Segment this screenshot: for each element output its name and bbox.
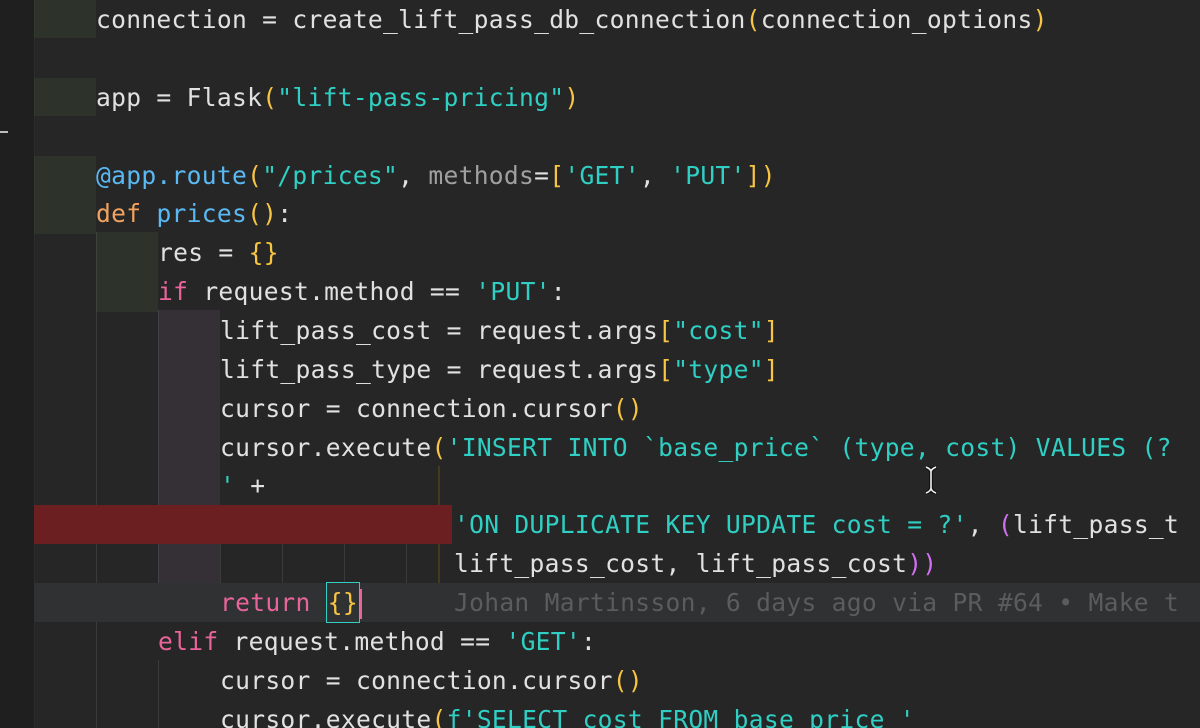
code-line[interactable]: ' + <box>34 466 1200 505</box>
decorator-token: @app.route <box>96 161 248 190</box>
code-line[interactable]: elif request.method == 'GET': <box>34 622 1200 661</box>
param-token: methods <box>428 161 535 190</box>
bracket-token: () <box>612 666 643 695</box>
code-token: app = Flask <box>96 83 263 112</box>
string-token: "lift-pass-pricing" <box>277 83 565 112</box>
code-editor[interactable]: connection = create_lift_pass_db_connect… <box>0 0 1200 728</box>
string-token: ' <box>220 471 251 500</box>
code-token: lift_pass_t <box>1012 510 1180 539</box>
code-token: lift_pass_type = request.args <box>220 355 659 384</box>
gutter-caret-marker <box>0 131 8 133</box>
string-token: 'GET' <box>564 161 640 190</box>
text-caret <box>359 589 362 619</box>
bracket-token: ( <box>262 83 278 112</box>
code-line[interactable]: lift_pass_type = request.args["type"] <box>34 350 1200 389</box>
bracket-token: )) <box>907 549 938 578</box>
code-line[interactable]: cursor.execute('INSERT INTO `base_price`… <box>34 428 1200 467</box>
code-line[interactable]: lift_pass_cost = request.args["cost"] <box>34 311 1200 350</box>
text-cursor-icon <box>925 466 937 494</box>
keyword-token: def <box>96 199 157 228</box>
string-token: 'PUT' <box>670 161 746 190</box>
code-token: : <box>550 277 566 306</box>
string-token: "type" <box>673 355 764 384</box>
keyword-token: if <box>158 277 204 306</box>
code-token: connection = create_lift_pass_db_connect… <box>96 5 746 34</box>
code-token: , <box>398 161 429 190</box>
string-token: f'SELECT cost FROM base_price ' <box>446 705 915 728</box>
code-token: , <box>639 161 671 190</box>
code-token: cursor = connection.cursor <box>220 666 613 695</box>
code-token: request.method == <box>233 627 506 656</box>
code-token: connection_options <box>760 5 1033 34</box>
string-token: "cost" <box>673 316 764 345</box>
git-blame-annotation[interactable]: Johan Martinsson, 6 days ago via PR #64 … <box>454 583 1179 622</box>
code-token: lift_pass_cost, lift_pass_cost <box>454 549 908 578</box>
bracket-token: {} <box>248 238 279 267</box>
bracket-token: ( <box>745 5 761 34</box>
code-line[interactable]: cursor = connection.cursor() <box>34 661 1200 700</box>
bracket-token: () <box>247 199 278 228</box>
code-token: res = <box>158 238 249 267</box>
bracket-token: ] <box>763 355 779 384</box>
bracket-token: [ <box>658 316 674 345</box>
keyword-token: return <box>220 588 326 617</box>
code-line[interactable]: @app.route("/prices", methods=['GET', 'P… <box>34 156 1200 195</box>
bracket-token: ) <box>760 161 776 190</box>
string-token: 'PUT' <box>475 277 551 306</box>
matched-bracket-token: {} <box>325 582 360 623</box>
code-line[interactable]: cursor = connection.cursor() <box>34 389 1200 428</box>
bracket-token: ( <box>431 433 447 462</box>
code-token: = <box>534 161 550 190</box>
code-line[interactable]: def prices(): <box>34 194 1200 233</box>
code-line[interactable]: lift_pass_cost, lift_pass_cost)) <box>34 544 1200 583</box>
code-token: , <box>967 510 998 539</box>
editor-gutter[interactable] <box>0 0 35 728</box>
code-line[interactable]: app = Flask("lift-pass-pricing") <box>34 78 1200 117</box>
function-token: prices <box>156 199 248 228</box>
code-token: : <box>581 627 597 656</box>
code-token: lift_pass_cost = request.args <box>220 316 659 345</box>
code-line[interactable]: if request.method == 'PUT': <box>34 272 1200 311</box>
code-token: + <box>250 471 266 500</box>
code-line[interactable]: connection = create_lift_pass_db_connect… <box>34 0 1200 39</box>
bracket-token: ( <box>431 705 447 728</box>
code-token: cursor.execute <box>220 705 432 728</box>
bracket-token: ( <box>247 161 263 190</box>
code-token: cursor = connection.cursor <box>220 394 613 423</box>
code-token: request.method == <box>203 277 476 306</box>
bracket-token: ) <box>564 83 580 112</box>
current-line[interactable]: return {} Johan Martinsson, 6 days ago v… <box>34 582 1200 623</box>
code-token: : <box>277 199 293 228</box>
code-line[interactable]: 'ON DUPLICATE KEY UPDATE cost = ?', (lif… <box>34 505 1200 544</box>
bracket-token: () <box>612 394 643 423</box>
bracket-token: [ <box>549 161 565 190</box>
string-token: 'GET' <box>505 627 582 656</box>
bracket-token: ( <box>997 510 1013 539</box>
code-line[interactable]: res = {} <box>34 233 1200 272</box>
code-line[interactable]: cursor.execute(f'SELECT cost FROM base_p… <box>34 700 1200 728</box>
string-token: "/prices" <box>262 161 399 190</box>
string-token: 'ON DUPLICATE KEY UPDATE cost = ?' <box>454 510 968 539</box>
bracket-token: [ <box>658 355 674 384</box>
string-token: 'INSERT INTO `base_price` (type, cost) V… <box>446 433 1172 462</box>
keyword-token: elif <box>158 627 234 656</box>
bracket-token: ) <box>1032 5 1048 34</box>
code-token: cursor.execute <box>220 433 432 462</box>
bracket-token: ] <box>745 161 761 190</box>
bracket-token: ] <box>763 316 779 345</box>
